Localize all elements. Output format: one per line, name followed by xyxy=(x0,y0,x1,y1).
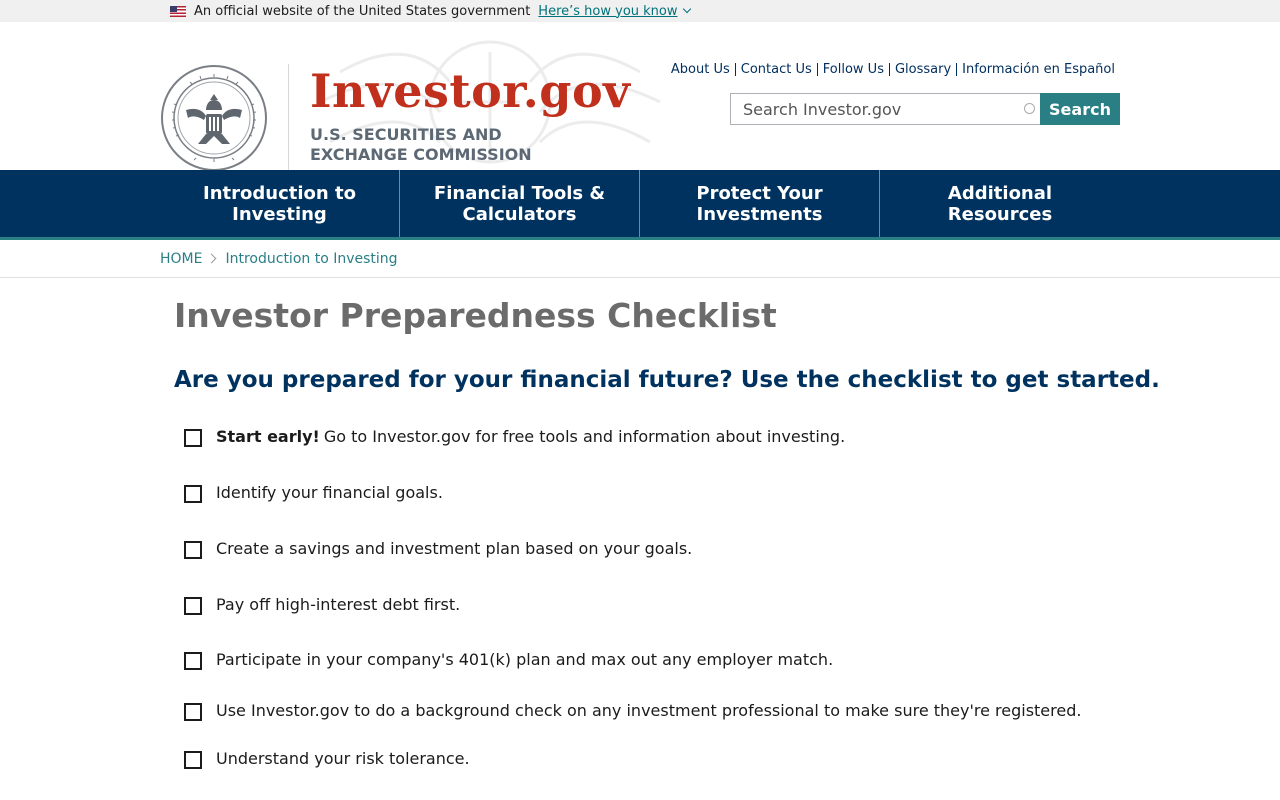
page-subtitle: Are you prepared for your financial futu… xyxy=(174,367,1160,393)
about-us-link[interactable]: About Us xyxy=(671,62,730,77)
nav-item-label: Financial Tools & xyxy=(433,182,606,204)
checklist-checkbox[interactable] xyxy=(184,751,202,769)
nav-item-label: Introduction to xyxy=(203,182,356,204)
nav-item-label: Protect Your xyxy=(696,182,823,204)
checklist-item-label: Use Investor.gov to do a background chec… xyxy=(216,700,1082,720)
checklist-item-label: Understand your risk tolerance. xyxy=(216,748,470,768)
search-button[interactable]: Search xyxy=(1040,93,1120,125)
checklist-item: Use Investor.gov to do a background chec… xyxy=(174,686,1280,734)
site-header: Investor.gov U.S. SECURITIES AND EXCHANG… xyxy=(0,22,1280,170)
nav-item-financial-tools[interactable]: Financial Tools & Calculators xyxy=(400,170,640,237)
sec-seal-logo[interactable] xyxy=(160,64,268,170)
checklist-item-label: Participate in your company's 401(k) pla… xyxy=(216,649,834,669)
checklist-item: Pay off high-interest debt first. xyxy=(174,576,1280,632)
search-input[interactable] xyxy=(730,93,1040,125)
link-separator xyxy=(816,63,818,76)
checklist-item-label: Create a savings and investment plan bas… xyxy=(216,538,693,558)
nav-item-label: Calculators xyxy=(462,203,577,225)
main-content: Investor Preparedness Checklist Are you … xyxy=(0,296,1280,782)
agency-name-line2: EXCHANGE COMMISSION xyxy=(310,145,532,164)
checklist-item: Participate in your company's 401(k) pla… xyxy=(174,632,1280,686)
nav-item-additional-resources[interactable]: Additional Resources xyxy=(880,170,1120,237)
nav-item-introduction-to-investing[interactable]: Introduction to Investing xyxy=(160,170,400,237)
breadcrumb-current-link[interactable]: Introduction to Investing xyxy=(225,251,397,267)
contact-us-link[interactable]: Contact Us xyxy=(741,62,812,77)
nav-item-label: Investments xyxy=(696,203,823,225)
checklist-checkbox[interactable] xyxy=(184,485,202,503)
breadcrumb: HOME Introduction to Investing xyxy=(0,240,1280,278)
checklist-item: Identify your financial goals. xyxy=(174,464,1280,520)
agency-name: U.S. SECURITIES AND EXCHANGE COMMISSION xyxy=(310,125,550,165)
checklist-checkbox[interactable] xyxy=(184,541,202,559)
link-separator xyxy=(888,63,890,76)
search-form: Search xyxy=(730,93,1120,125)
gov-banner: An official website of the United States… xyxy=(0,0,1280,22)
espanol-link[interactable]: Información en Español xyxy=(962,62,1115,77)
link-separator xyxy=(734,63,736,76)
checklist-checkbox[interactable] xyxy=(184,429,202,447)
checklist-item: Create a savings and investment plan bas… xyxy=(174,520,1280,576)
page-title: Investor Preparedness Checklist xyxy=(174,296,777,335)
search-spinner-icon xyxy=(1024,103,1035,114)
nav-item-label: Investing xyxy=(232,203,327,225)
heres-how-you-know-link[interactable]: Here’s how you know xyxy=(538,3,691,19)
chevron-right-icon xyxy=(207,253,217,264)
glossary-link[interactable]: Glossary xyxy=(895,62,951,77)
nav-item-label: Additional xyxy=(947,182,1053,204)
checklist-checkbox[interactable] xyxy=(184,703,202,721)
preparedness-checklist: Start early! Go to Investor.gov for free … xyxy=(174,408,1280,782)
nav-item-protect-your-investments[interactable]: Protect Your Investments xyxy=(640,170,880,237)
chevron-down-icon xyxy=(682,4,691,13)
nav-item-label: Resources xyxy=(947,203,1053,225)
checklist-item: Understand your risk tolerance. xyxy=(174,734,1280,782)
checklist-item: Start early! Go to Investor.gov for free … xyxy=(174,408,1280,464)
checklist-item-text: Start early! Go to Investor.gov for free … xyxy=(216,427,845,446)
heres-how-you-know-label: Here’s how you know xyxy=(538,3,678,19)
gov-banner-text: An official website of the United States… xyxy=(194,3,531,19)
header-divider xyxy=(288,64,289,170)
checklist-item-bold: Start early! xyxy=(216,426,320,446)
checklist-item-label: Identify your financial goals. xyxy=(216,482,443,502)
follow-us-link[interactable]: Follow Us xyxy=(823,62,884,77)
utility-links: About Us Contact Us Follow Us Glossary I… xyxy=(671,62,1115,77)
checklist-item-label: Pay off high-interest debt first. xyxy=(216,594,461,614)
agency-name-line1: U.S. SECURITIES AND xyxy=(310,125,502,144)
main-nav: Introduction to Investing Financial Tools… xyxy=(0,170,1280,240)
link-separator xyxy=(956,63,958,76)
site-logo-text[interactable]: Investor.gov xyxy=(310,68,630,114)
breadcrumb-home-link[interactable]: HOME xyxy=(160,251,202,267)
checklist-checkbox[interactable] xyxy=(184,652,202,670)
checklist-checkbox[interactable] xyxy=(184,597,202,615)
us-flag-icon xyxy=(170,5,186,17)
checklist-item-label: Go to Investor.gov for free tools and in… xyxy=(323,426,846,446)
